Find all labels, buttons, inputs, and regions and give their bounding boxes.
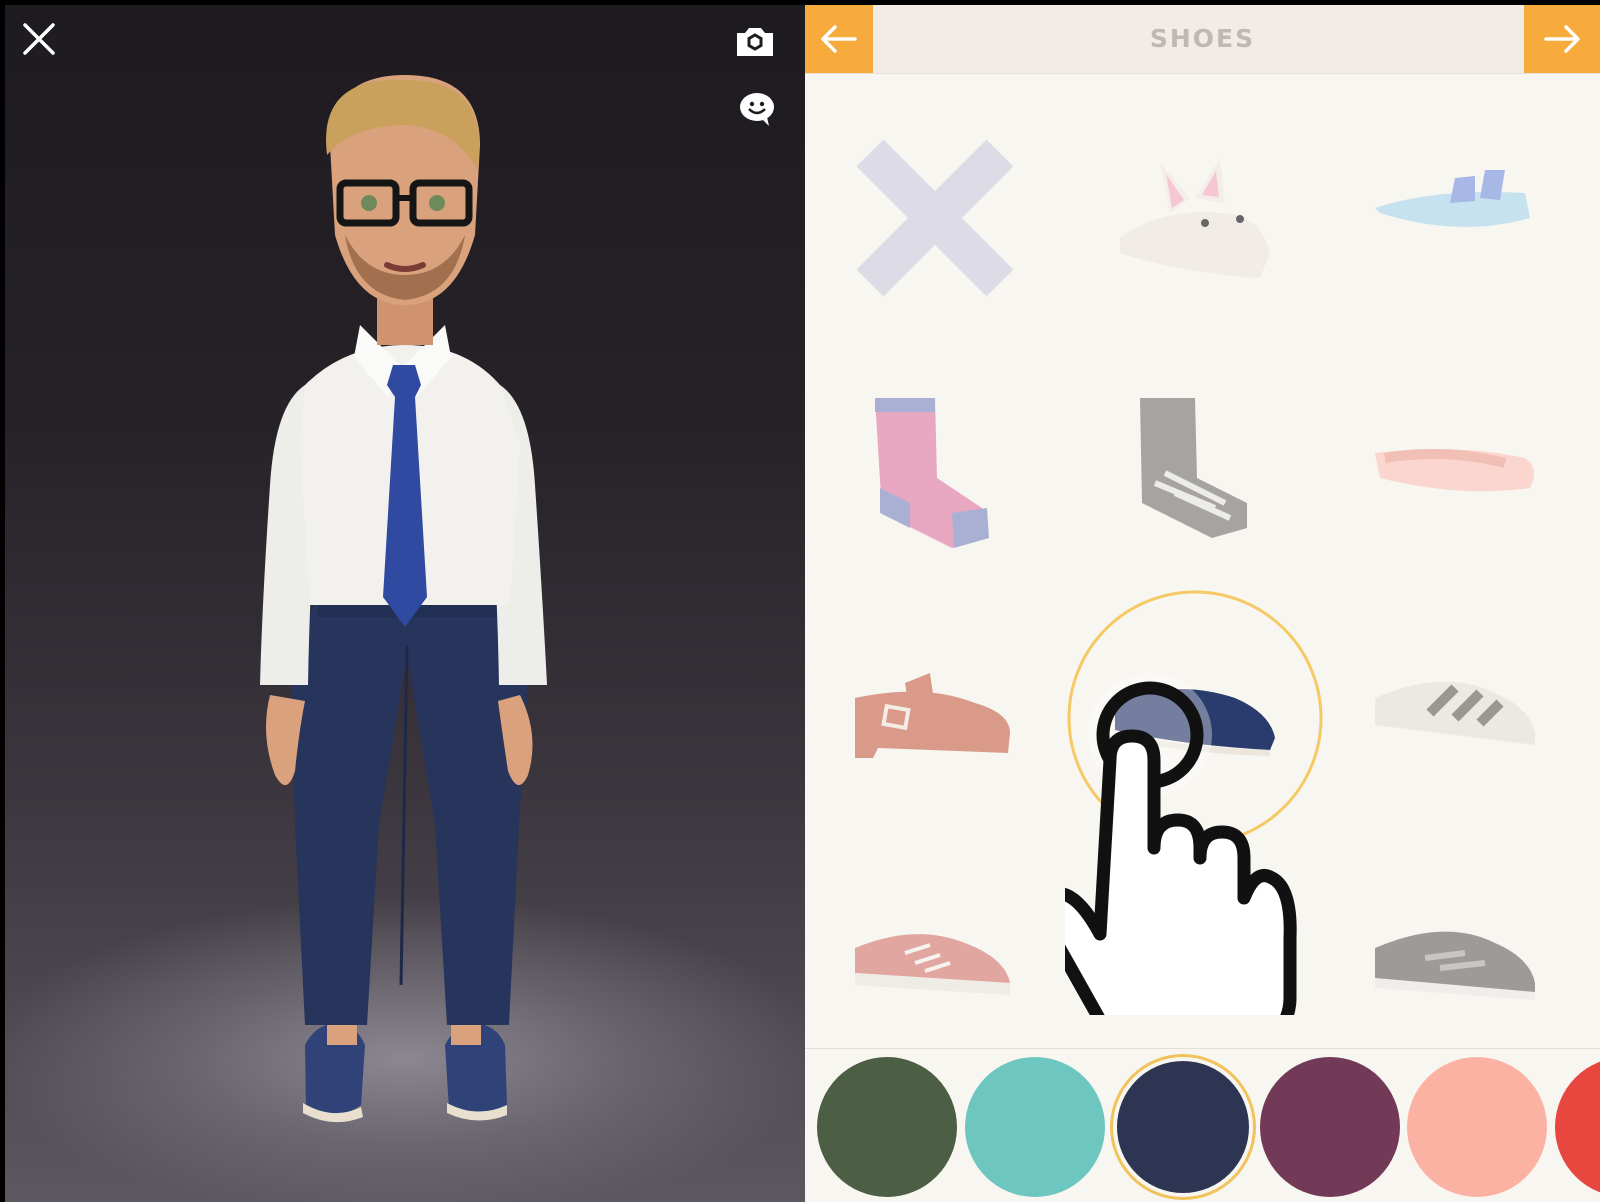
shoe-option-flip-flop[interactable] bbox=[1325, 93, 1585, 343]
arrow-right-icon bbox=[1544, 25, 1580, 53]
page-title: SHOES bbox=[1149, 24, 1256, 53]
shoes-panel: SHOES bbox=[805, 5, 1600, 1202]
slip-on-icon bbox=[1115, 689, 1275, 756]
shoe-option-espadrille-slip-on[interactable] bbox=[1065, 590, 1325, 846]
avatar-editor: SHOES bbox=[5, 5, 1600, 1202]
color-swatch-green[interactable] bbox=[817, 1057, 957, 1197]
next-category-button[interactable] bbox=[1524, 5, 1600, 73]
arrow-left-icon bbox=[821, 25, 857, 53]
color-swatch-navy[interactable] bbox=[1117, 1061, 1249, 1193]
mint-sneaker-icon bbox=[1120, 934, 1270, 997]
color-swatch-red[interactable] bbox=[1555, 1057, 1600, 1197]
canvas-sneaker-icon bbox=[855, 934, 1010, 995]
skeleton-foot-icon bbox=[1140, 398, 1247, 538]
shoe-option-striped-sneaker[interactable] bbox=[1325, 593, 1585, 843]
color-swatch-plum[interactable] bbox=[1260, 1057, 1400, 1197]
ballet-flat-icon bbox=[1375, 449, 1534, 492]
shoe-grid bbox=[805, 73, 1600, 1048]
color-swatches bbox=[805, 1048, 1600, 1202]
flip-flop-icon bbox=[1375, 170, 1530, 227]
grey-sneaker-icon bbox=[1375, 931, 1535, 1000]
shoe-option-sock[interactable] bbox=[805, 343, 1065, 593]
shoe-option-none[interactable] bbox=[805, 93, 1065, 343]
sock-icon bbox=[875, 398, 989, 548]
bunny-slipper-icon bbox=[1120, 158, 1270, 278]
striped-sneaker-icon bbox=[1375, 681, 1535, 745]
shoe-option-bunny-slipper[interactable] bbox=[1065, 93, 1325, 343]
color-swatch-teal[interactable] bbox=[965, 1057, 1105, 1197]
color-swatch-peach[interactable] bbox=[1407, 1057, 1547, 1197]
mary-jane-icon bbox=[855, 673, 1010, 758]
avatar-figure[interactable] bbox=[5, 5, 805, 1202]
category-header: SHOES bbox=[805, 5, 1600, 74]
previous-category-button[interactable] bbox=[805, 5, 873, 73]
shoe-option-skeleton-foot[interactable] bbox=[1065, 343, 1325, 593]
shoe-option-mary-jane[interactable] bbox=[805, 593, 1065, 843]
avatar-viewer[interactable] bbox=[5, 5, 805, 1202]
x-icon bbox=[856, 139, 1014, 297]
shoe-option-ballet-flat[interactable] bbox=[1325, 343, 1585, 593]
